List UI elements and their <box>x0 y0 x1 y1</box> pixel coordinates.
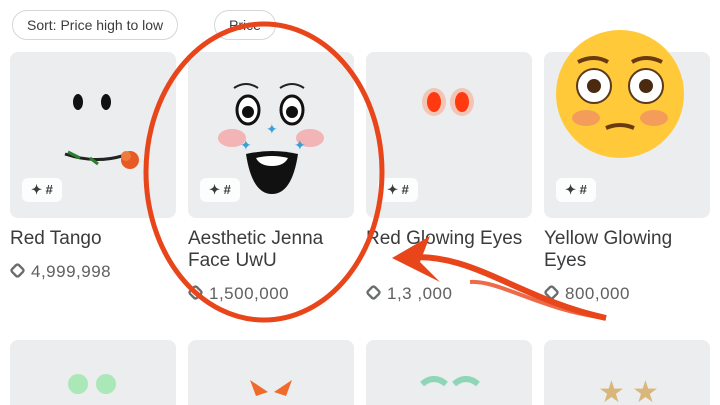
catalog-item-card[interactable]: ✦ # Red Tango 4,999,998 <box>9 52 180 292</box>
item-thumbnail[interactable] <box>10 340 176 405</box>
svg-text:✦: ✦ <box>240 137 252 153</box>
item-thumbnail[interactable]: ★ ★ <box>544 340 710 405</box>
orange-eyes-image <box>250 380 292 396</box>
svg-text:★: ★ <box>632 376 659 405</box>
item-thumbnail[interactable]: ✦ # <box>10 52 176 218</box>
svg-text:✦: ✦ <box>266 121 278 137</box>
item-thumbnail[interactable]: ✦ # <box>544 52 710 218</box>
item-name[interactable]: Red Glowing Eyes <box>366 228 536 250</box>
robux-icon <box>543 284 560 301</box>
robux-icon <box>9 262 26 279</box>
limited-badge: ✦ # <box>200 178 240 202</box>
item-price: 1,3 ,000 <box>365 284 453 304</box>
teal-eyes-image <box>420 376 480 387</box>
price-filter-label: Price <box>229 17 261 33</box>
robux-icon <box>187 284 204 301</box>
catalog-item-card[interactable] <box>188 340 354 405</box>
price-value: 1,500,000 <box>209 284 290 303</box>
item-price: 4,999,998 <box>9 262 112 282</box>
limited-badge: ✦ # <box>22 178 62 202</box>
svg-text:★: ★ <box>598 376 625 405</box>
item-thumbnail[interactable]: ✦ ✦ ✦ ✦ # <box>188 52 354 218</box>
price-value: 4,999,998 <box>31 262 112 281</box>
price-value: 1,3 ,000 <box>387 284 453 303</box>
price-filter-button[interactable]: Price <box>214 10 276 40</box>
robux-icon <box>365 284 382 301</box>
star-eyes-image: ★ ★ <box>598 376 659 405</box>
item-thumbnail[interactable] <box>366 340 532 405</box>
catalog-item-card[interactable] <box>10 340 176 405</box>
catalog-item-card[interactable]: ★ ★ <box>544 340 710 405</box>
limited-badge: ✦ # <box>556 178 596 202</box>
sort-dropdown[interactable]: Sort: Price high to low <box>12 10 179 40</box>
svg-text:✦: ✦ <box>294 137 306 153</box>
limited-badge: ✦ # <box>378 178 418 202</box>
catalog-item-card[interactable]: ✦ # Yellow Glowing Eyes 800,000 <box>543 52 714 303</box>
sort-label: Sort: Price high to low <box>27 17 164 33</box>
catalog-item-card[interactable] <box>366 340 532 405</box>
catalog-item-card[interactable]: ✦ ✦ ✦ ✦ # Aesthetic Jenna Face UwU 1,500… <box>187 52 358 303</box>
item-name[interactable]: Red Tango <box>10 228 180 250</box>
item-price: 800,000 <box>543 284 630 304</box>
green-eyes-image <box>68 374 116 394</box>
price-value: 800,000 <box>565 284 630 303</box>
catalog-item-card[interactable]: ✦ # Red Glowing Eyes 1,3 ,000 <box>365 52 536 303</box>
item-name[interactable]: Aesthetic Jenna Face UwU <box>188 228 358 272</box>
item-price: 1,500,000 <box>187 284 290 304</box>
filter-bar: Sort: Price high to low Price <box>0 0 720 48</box>
item-thumbnail[interactable]: ✦ # <box>366 52 532 218</box>
item-name[interactable]: Yellow Glowing Eyes <box>544 228 714 272</box>
item-thumbnail[interactable] <box>188 340 354 405</box>
